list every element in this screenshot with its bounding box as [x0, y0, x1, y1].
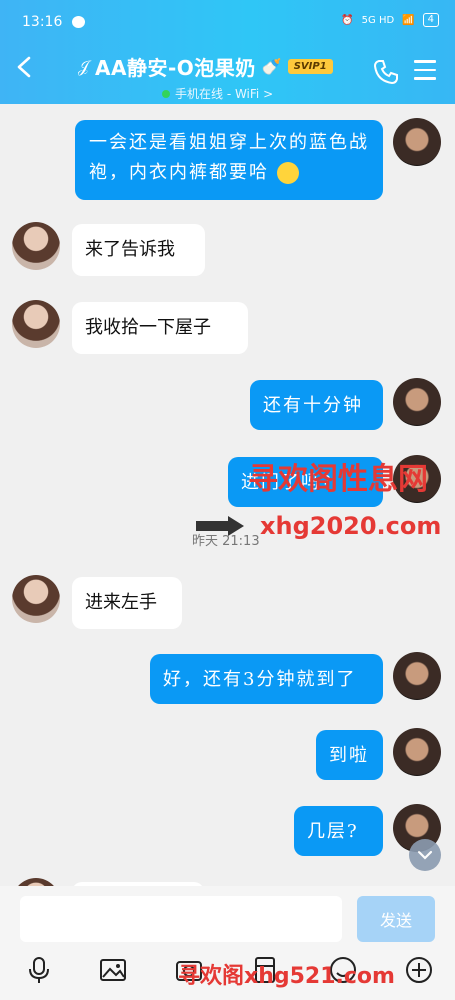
my-avatar[interactable]: [393, 118, 441, 166]
send-button[interactable]: 发送: [357, 896, 435, 942]
message-bubble[interactable]: 到啦: [316, 730, 383, 780]
phone-call-icon[interactable]: [372, 58, 400, 86]
message-text: 到啦: [329, 745, 369, 766]
my-avatar[interactable]: [393, 652, 441, 700]
menu-icon[interactable]: [414, 60, 436, 82]
message-bubble[interactable]: 几层?: [294, 806, 383, 856]
scroll-down-button[interactable]: [409, 839, 441, 871]
message-bubble[interactable]: 一会还是看姐姐穿上次的蓝色战袍，内衣内裤都要哈: [75, 120, 383, 200]
message-text: 来了告诉我: [85, 239, 175, 260]
wifi-icon: 📶: [402, 14, 415, 26]
battery-indicator: 4: [422, 13, 439, 27]
status-bar: 13:16 ⏰ 5G HD 📶 4: [0, 8, 455, 38]
image-icon[interactable]: [98, 955, 128, 985]
contact-name: AA静安-O泡果奶: [95, 56, 256, 80]
back-arrow-icon[interactable]: [14, 56, 36, 78]
online-status: 手机在线 - WiFi >: [162, 85, 378, 102]
contact-info[interactable]: 𝒥 AA静安-O泡果奶 🍼 SVIP1 手机在线 - WiFi >: [78, 52, 378, 102]
my-avatar[interactable]: [393, 728, 441, 776]
chat-header: 13:16 ⏰ 5G HD 📶 4 𝒥 AA静安-O泡果奶 🍼 SVIP1 手机…: [0, 0, 455, 104]
message-text: 几层?: [307, 821, 359, 842]
chevron-down-icon: [417, 850, 433, 860]
my-avatar[interactable]: [393, 378, 441, 426]
status-time: 13:16: [22, 14, 63, 30]
plus-icon[interactable]: [404, 955, 434, 985]
message-bubble[interactable]: 我收拾一下屋子: [72, 302, 248, 354]
message-bubble[interactable]: 还有十分钟: [250, 380, 383, 430]
message-text: 一会还是看姐姐穿上次的蓝色战袍，内衣内裤都要哈: [89, 132, 369, 183]
online-text: 手机在线 - WiFi >: [175, 87, 274, 101]
bottle-icon: 🍼: [261, 57, 282, 76]
message-text: 还有十分钟: [263, 395, 363, 416]
message-text: 进来左手: [85, 592, 157, 613]
contact-avatar[interactable]: [12, 300, 60, 348]
watermark-mid: xhg2020.com: [260, 512, 442, 540]
watermark-top: 寻欢阁性息网: [248, 462, 428, 497]
message-bubble[interactable]: 好，还有3分钟就到了: [150, 654, 383, 704]
chat-bubble-icon: [72, 16, 85, 28]
network-indicator: 5G HD: [361, 14, 395, 26]
contact-avatar[interactable]: [12, 575, 60, 623]
online-dot-icon: [162, 89, 170, 98]
message-input[interactable]: [20, 896, 342, 942]
mic-icon[interactable]: [24, 955, 54, 985]
timestamp-divider: 昨天 21:13: [192, 534, 260, 549]
contact-avatar[interactable]: [12, 222, 60, 270]
message-bubble[interactable]: 来了告诉我: [72, 224, 205, 276]
message-text: 我收拾一下屋子: [85, 317, 211, 338]
ear-icon: 𝒥: [78, 56, 90, 76]
message-bubble[interactable]: 进来左手: [72, 577, 182, 629]
status-right: ⏰ 5G HD 📶 4: [341, 13, 439, 27]
alarm-icon: ⏰: [341, 14, 354, 26]
message-text: 好，还有3分钟就到了: [163, 669, 357, 690]
emoji-icon: [276, 162, 299, 184]
vip-badge: SVIP1: [287, 59, 333, 74]
watermark-bottom: 寻欢阁xhg521.com: [178, 964, 395, 989]
